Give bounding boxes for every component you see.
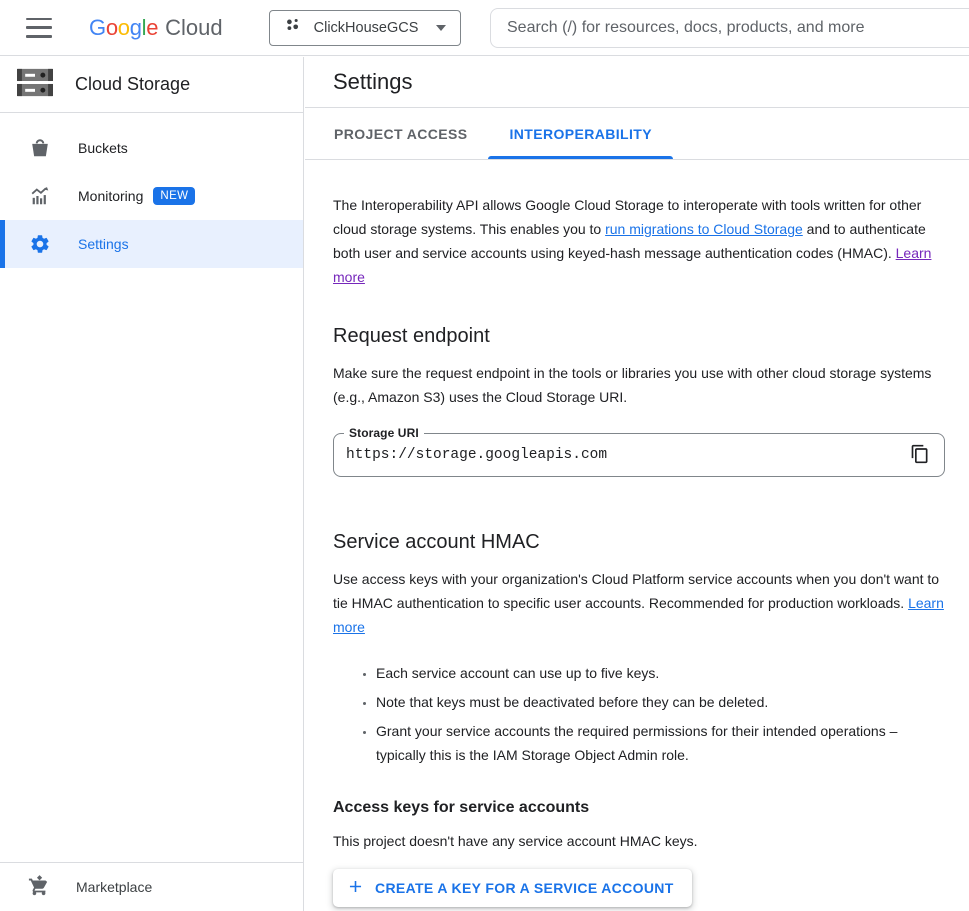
- top-app-bar: Google Cloud ClickHouseGCS: [0, 0, 969, 56]
- sidebar-item-marketplace[interactable]: Marketplace: [0, 862, 303, 911]
- logo-letter: G: [89, 15, 106, 41]
- storage-uri-field[interactable]: Storage URI https://storage.googleapis.c…: [333, 433, 945, 477]
- bullet-item: Each service account can use up to five …: [376, 661, 945, 685]
- request-endpoint-section: Request endpoint Make sure the request e…: [333, 325, 945, 477]
- intro-paragraph: The Interoperability API allows Google C…: [333, 193, 945, 289]
- bullet-item: Note that keys must be deactivated befor…: [376, 690, 945, 714]
- create-key-button[interactable]: CREATE A KEY FOR A SERVICE ACCOUNT: [333, 869, 692, 907]
- sidebar-item-settings[interactable]: Settings: [0, 220, 303, 268]
- main-panel: Settings PROJECT ACCESS INTEROPERABILITY…: [305, 57, 969, 911]
- marketplace-cart-icon: [28, 875, 50, 900]
- cloud-storage-product-icon: [15, 64, 55, 105]
- project-selector[interactable]: ClickHouseGCS: [269, 10, 462, 46]
- logo-letter: o: [118, 15, 130, 41]
- empty-state-text: This project doesn't have any service ac…: [333, 829, 945, 853]
- chevron-down-icon: [436, 25, 446, 31]
- sidebar-item-buckets[interactable]: Buckets: [0, 124, 303, 172]
- sidebar-item-label: Monitoring: [78, 188, 143, 204]
- hmac-paragraph: Use access keys with your organization's…: [333, 567, 945, 639]
- tab-project-access[interactable]: PROJECT ACCESS: [313, 108, 488, 159]
- create-key-button-label: CREATE A KEY FOR A SERVICE ACCOUNT: [375, 880, 674, 896]
- storage-uri-value: https://storage.googleapis.com: [346, 447, 908, 463]
- sidebar-item-label: Settings: [78, 236, 129, 252]
- request-endpoint-heading: Request endpoint: [333, 325, 945, 348]
- request-endpoint-text: Make sure the request endpoint in the to…: [333, 361, 945, 409]
- hmac-bullet-list: Each service account can use up to five …: [333, 661, 945, 767]
- sidebar: Cloud Storage Buckets: [0, 57, 304, 911]
- copy-icon: [910, 444, 930, 467]
- access-keys-heading: Access keys for service accounts: [333, 799, 945, 817]
- project-selector-label: ClickHouseGCS: [314, 20, 419, 36]
- sidebar-title: Cloud Storage: [75, 74, 190, 95]
- monitoring-chart-icon: [28, 184, 52, 208]
- sidebar-item-label: Buckets: [78, 140, 128, 156]
- page-title: Settings: [333, 69, 413, 95]
- tab-content: The Interoperability API allows Google C…: [305, 160, 969, 907]
- new-badge: NEW: [153, 187, 195, 205]
- page-header: Settings: [305, 57, 969, 108]
- logo-letter: g: [130, 15, 142, 41]
- logo-cloud-text: Cloud: [165, 15, 222, 41]
- storage-uri-label: Storage URI: [344, 426, 424, 440]
- sidebar-nav: Buckets Monitoring NEW: [0, 113, 303, 268]
- gear-icon: [28, 232, 52, 256]
- sidebar-item-label: Marketplace: [76, 879, 152, 895]
- tab-bar: PROJECT ACCESS INTEROPERABILITY: [305, 108, 969, 160]
- service-account-hmac-section: Service account HMAC Use access keys wit…: [333, 531, 945, 907]
- google-cloud-logo[interactable]: Google Cloud: [89, 15, 223, 41]
- hmac-text: Use access keys with your organization's…: [333, 571, 939, 611]
- menu-hamburger-icon[interactable]: [26, 18, 52, 38]
- search-input[interactable]: [507, 19, 969, 37]
- copy-button[interactable]: [908, 443, 932, 467]
- tab-interoperability[interactable]: INTEROPERABILITY: [488, 108, 673, 159]
- sidebar-header: Cloud Storage: [0, 57, 303, 113]
- run-migrations-link[interactable]: run migrations to Cloud Storage: [605, 221, 803, 237]
- bullet-item: Grant your service accounts the required…: [376, 719, 945, 767]
- logo-letter: e: [146, 15, 158, 41]
- plus-icon: [346, 877, 365, 899]
- service-account-hmac-heading: Service account HMAC: [333, 531, 945, 554]
- bucket-icon: [28, 136, 52, 160]
- logo-letter: o: [106, 15, 118, 41]
- project-icon: [284, 16, 302, 39]
- search-bar[interactable]: [490, 8, 969, 48]
- sidebar-item-monitoring[interactable]: Monitoring NEW: [0, 172, 303, 220]
